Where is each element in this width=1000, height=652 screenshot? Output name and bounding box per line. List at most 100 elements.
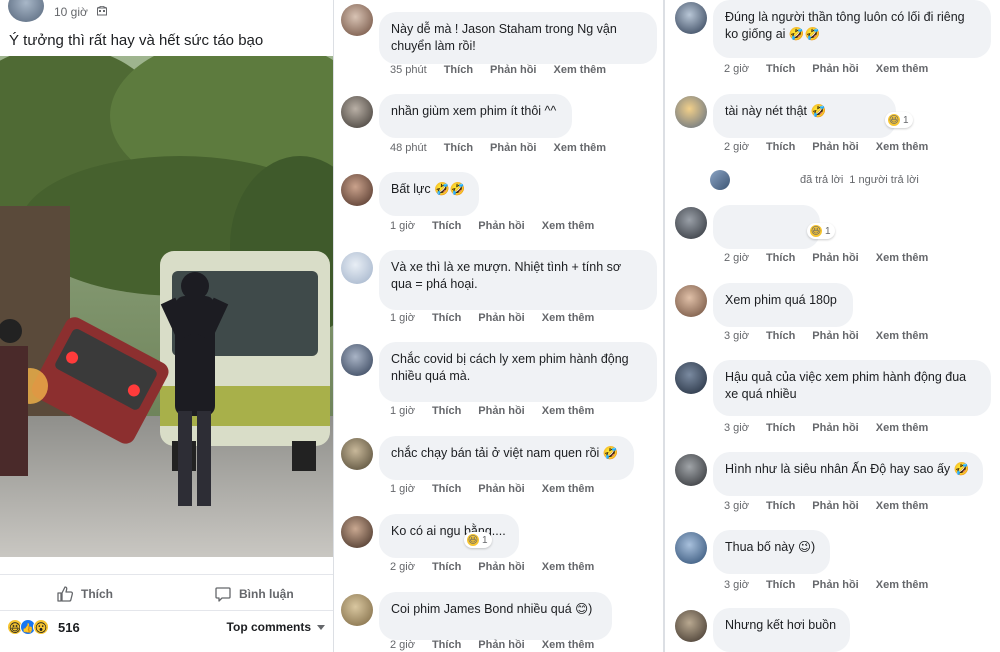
comment-reply-button[interactable]: Phản hồi (478, 220, 524, 232)
comment-reaction-badge[interactable]: 😆 1 (464, 532, 492, 548)
commenter-avatar[interactable] (675, 532, 707, 564)
comment-like-button[interactable]: Thích (432, 483, 461, 495)
comment-time[interactable]: 2 giờ (724, 252, 749, 264)
comment-more-button[interactable]: Xem thêm (876, 422, 929, 434)
comment-reaction-badge[interactable]: 😆 1 (885, 112, 913, 128)
comment-reply-button[interactable]: Phản hồi (812, 330, 858, 342)
commenter-avatar[interactable] (341, 4, 373, 36)
comment-like-button[interactable]: Thích (432, 405, 461, 417)
reaction-count: 1 (903, 114, 909, 126)
comment-like-button[interactable]: Thích (766, 422, 795, 434)
comment-more-button[interactable]: Xem thêm (554, 64, 607, 76)
comment-reply-button[interactable]: Phản hồi (812, 252, 858, 264)
commenter-avatar[interactable] (675, 610, 707, 642)
comment-more-button[interactable]: Xem thêm (876, 579, 929, 591)
comment-like-button[interactable]: Thích (432, 561, 461, 573)
comment-button[interactable]: Bình luận (214, 584, 294, 604)
comment-reply-button[interactable]: Phản hồi (812, 422, 858, 434)
comment-reply-button[interactable]: Phản hồi (490, 64, 536, 76)
comment-like-button[interactable]: Thích (766, 579, 795, 591)
comment-like-button[interactable]: Thích (432, 639, 461, 651)
comment-more-button[interactable]: Xem thêm (542, 405, 595, 417)
comment-more-button[interactable]: Xem thêm (876, 141, 929, 153)
commenter-avatar[interactable] (675, 207, 707, 239)
comment-reaction-badge[interactable]: 😆 1 (807, 223, 835, 239)
comment-more-button[interactable]: Xem thêm (876, 252, 929, 264)
sort-label: Top comments (226, 620, 311, 634)
commenter-avatar[interactable] (675, 2, 707, 34)
comment-like-button[interactable]: Thích (766, 63, 795, 75)
comment-time[interactable]: 1 giờ (390, 220, 415, 232)
comment-text: Chắc covid bị cách ly xem phim hành động… (379, 342, 657, 402)
commenter-avatar[interactable] (675, 454, 707, 486)
comment-time[interactable]: 48 phút (390, 142, 427, 154)
reaction-count: 1 (825, 225, 831, 237)
comment-like-button[interactable]: Thích (766, 330, 795, 342)
commenter-avatar[interactable] (341, 594, 373, 626)
comment-time[interactable]: 1 giờ (390, 405, 415, 417)
comment-actions: 1 giờ Thích Phản hồi Xem thêm (390, 312, 611, 324)
commenter-avatar[interactable] (341, 344, 373, 376)
comment-like-button[interactable]: Thích (766, 252, 795, 264)
comment-more-button[interactable]: Xem thêm (876, 330, 929, 342)
comment-time[interactable]: 2 giờ (390, 561, 415, 573)
commenter-avatar[interactable] (675, 362, 707, 394)
comment-more-button[interactable]: Xem thêm (554, 142, 607, 154)
audience-icon (97, 6, 107, 16)
comment-like-button[interactable]: Thích (444, 142, 473, 154)
comment-like-button[interactable]: Thích (444, 64, 473, 76)
comment-like-button[interactable]: Thích (432, 220, 461, 232)
comment-reply-button[interactable]: Phản hồi (478, 312, 524, 324)
comment-time[interactable]: 2 giờ (724, 63, 749, 75)
comment-more-button[interactable]: Xem thêm (542, 561, 595, 573)
comment-reply-button[interactable]: Phản hồi (812, 579, 858, 591)
comment-reply-button[interactable]: Phản hồi (478, 561, 524, 573)
like-button[interactable]: Thích (56, 584, 113, 604)
comment-time[interactable]: 2 giờ (390, 639, 415, 651)
comment-time[interactable]: 1 giờ (390, 312, 415, 324)
comment-time[interactable]: 3 giờ (724, 500, 749, 512)
comment-more-button[interactable]: Xem thêm (876, 63, 929, 75)
commenter-avatar[interactable] (675, 96, 707, 128)
comment-more-button[interactable]: Xem thêm (542, 639, 595, 651)
post-photo[interactable] (0, 56, 333, 557)
commenter-avatar[interactable] (341, 438, 373, 470)
commenter-avatar[interactable] (341, 252, 373, 284)
haha-icon: 😆 (466, 533, 480, 547)
comment-time[interactable]: 1 giờ (390, 483, 415, 495)
comment-time[interactable]: 3 giờ (724, 579, 749, 591)
comment-more-button[interactable]: Xem thêm (542, 220, 595, 232)
comment-reply-button[interactable]: Phản hồi (478, 639, 524, 651)
comment-reply-button[interactable]: Phản hồi (812, 141, 858, 153)
author-avatar[interactable] (8, 0, 44, 22)
commenter-avatar[interactable] (675, 285, 707, 317)
comment-reply-button[interactable]: Phản hồi (812, 63, 858, 75)
comment-reply-button[interactable]: Phản hồi (478, 405, 524, 417)
comment-text (713, 205, 820, 249)
commenter-avatar[interactable] (341, 96, 373, 128)
comment-time[interactable]: 35 phút (390, 64, 427, 76)
comment-like-button[interactable]: Thích (766, 500, 795, 512)
comment-time[interactable]: 2 giờ (724, 141, 749, 153)
comment-reply-button[interactable]: Phản hồi (490, 142, 536, 154)
commenter-avatar[interactable] (341, 516, 373, 548)
comment-actions: 2 giờ Thích Phản hồi Xem thêm (724, 141, 945, 153)
comment-actions: 3 giờ Thích Phản hồi Xem thêm (724, 500, 945, 512)
comment-reply-button[interactable]: Phản hồi (478, 483, 524, 495)
comment-reply-button[interactable]: Phản hồi (812, 500, 858, 512)
comment-more-button[interactable]: Xem thêm (876, 500, 929, 512)
comment-text: Bất lực 🤣🤣 (379, 172, 479, 216)
commenter-avatar[interactable] (341, 174, 373, 206)
comment-sort-dropdown[interactable]: Top comments (227, 620, 325, 634)
post-time[interactable]: 10 giờ (54, 5, 88, 19)
comment-like-button[interactable]: Thích (432, 312, 461, 324)
reaction-summary[interactable]: 😆 👍 😮 516 (7, 619, 80, 635)
comment-like-button[interactable]: Thích (766, 141, 795, 153)
reply-avatar (710, 170, 730, 190)
comment-time[interactable]: 3 giờ (724, 422, 749, 434)
comment-more-button[interactable]: Xem thêm (542, 483, 595, 495)
comment-time[interactable]: 3 giờ (724, 330, 749, 342)
comment-text: Này dễ mà ! Jason Staham trong Ng vận ch… (379, 12, 657, 64)
reply-summary[interactable]: đã trả lời 1 người trả lời (710, 168, 919, 192)
comment-more-button[interactable]: Xem thêm (542, 312, 595, 324)
